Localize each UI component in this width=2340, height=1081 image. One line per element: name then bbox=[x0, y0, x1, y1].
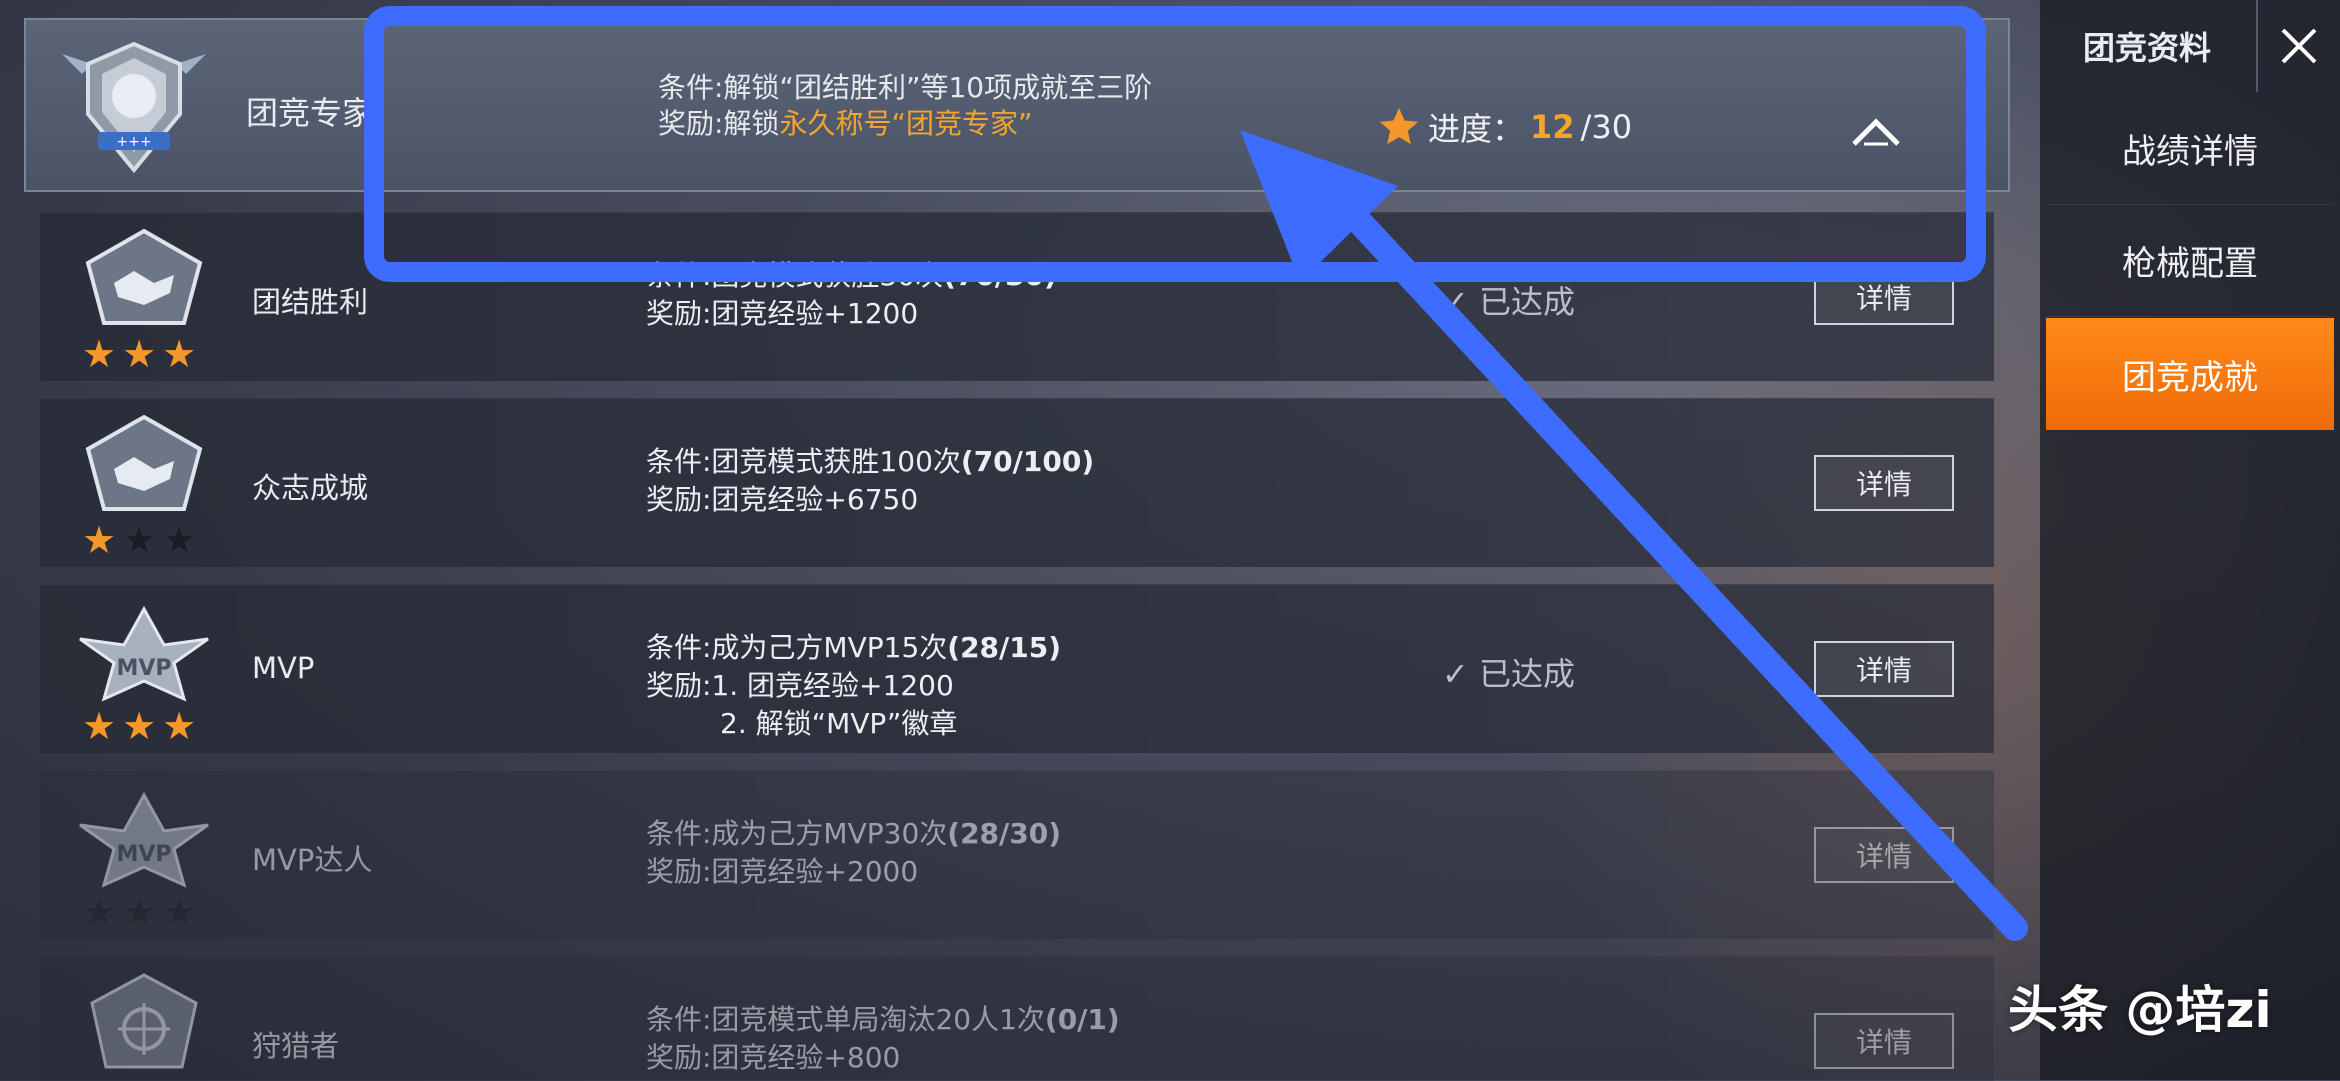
row-stars: ★ ★ ★ bbox=[82, 893, 196, 931]
achievement-condition: 条件:团竞模式单局淘汰20人1次(0/1) 奖励:团竞经验+800 bbox=[646, 1001, 1120, 1077]
reward-text: 奖励:团竞经验+1200 bbox=[646, 297, 919, 330]
condition-count: (28/15) bbox=[947, 631, 1062, 664]
header-progress: 进度： 12/30 bbox=[1376, 104, 1632, 150]
progress-current: 12 bbox=[1530, 108, 1575, 146]
team-expert-emblem-icon: +++ bbox=[62, 41, 206, 174]
header-condition: 条件:解锁“团结胜利”等10项成就至三阶 奖励:解锁永久称号“团竞专家” bbox=[658, 70, 1152, 142]
achievement-row: ★ ★ ★ 团结胜利 条件:团竞模式获胜30次(70/30) 奖励:团竞经验+120… bbox=[40, 212, 1994, 381]
achievement-condition: 条件:成为己方MVP15次(28/15) 奖励:1. 团竞经验+1200 2. … bbox=[646, 629, 1061, 743]
achieved-label: 已达成 bbox=[1478, 283, 1575, 321]
header-reward-title: 永久称号“团竞专家” bbox=[779, 107, 1033, 140]
detail-button[interactable]: 详情 bbox=[1814, 827, 1954, 883]
condition-text: 条件:成为己方MVP15次 bbox=[646, 631, 948, 664]
collapse-chevron-up-icon[interactable] bbox=[1848, 112, 1904, 152]
achievement-row: 狩猎者 条件:团竞模式单局淘汰20人1次(0/1) 奖励:团竞经验+800 详情 bbox=[40, 956, 1994, 1081]
star-icon: ★ bbox=[122, 890, 157, 934]
achievement-name: 团结胜利 bbox=[252, 285, 369, 319]
detail-button[interactable]: 详情 bbox=[1814, 269, 1954, 325]
sidebar-title: 团竞资料 bbox=[2082, 29, 2211, 67]
expanded-achievement-header[interactable]: +++ 团竞专家 条件:解锁“团结胜利”等10项成就至三阶 奖励:解锁永久称号“… bbox=[24, 18, 2010, 192]
achievement-condition: 条件:团竞模式获胜100次(70/100) 奖励:团竞经验+6750 bbox=[646, 443, 1094, 519]
achievement-row: ★ ★ ★ 众志成城 条件:团竞模式获胜100次(70/100) 奖励:团竞经验+6… bbox=[40, 398, 1994, 567]
star-icon: ★ bbox=[82, 704, 117, 748]
row-stars: ★ ★ ★ bbox=[82, 335, 196, 373]
achievement-list[interactable]: +++ 团竞专家 条件:解锁“团结胜利”等10项成就至三阶 奖励:解锁永久称号“… bbox=[0, 0, 2030, 1081]
condition-count: (28/30) bbox=[947, 817, 1062, 850]
row-stars: ★ ★ ★ bbox=[82, 707, 196, 745]
svg-text:MVP: MVP bbox=[116, 656, 171, 681]
star-icon: ★ bbox=[122, 704, 157, 748]
reward-text: 奖励:团竞经验+6750 bbox=[646, 483, 919, 516]
star-icon: ★ bbox=[162, 518, 197, 562]
hunter-emblem-icon bbox=[90, 973, 198, 1069]
star-icon: ★ bbox=[162, 704, 197, 748]
star-icon: ★ bbox=[82, 890, 117, 934]
svg-text:+++: +++ bbox=[116, 134, 151, 150]
handshake-emblem-icon bbox=[85, 228, 203, 325]
achievement-row: MVP ★ ★ ★ MVP达人 条件:成为己方MVP30次(28/30) 奖励:团竞… bbox=[40, 770, 1994, 939]
achievement-name: 狩猎者 bbox=[252, 1029, 340, 1063]
progress-label: 进度： bbox=[1428, 110, 1525, 148]
condition-count: (70/100) bbox=[960, 445, 1095, 478]
achieved-status: ✓ 已达成 bbox=[1442, 655, 1575, 693]
mvp-winged-emblem-icon: MVP bbox=[79, 791, 209, 888]
header-reward: 奖励:解锁永久称号“团竞专家” bbox=[658, 106, 1152, 142]
mvp-winged-emblem-icon: MVP bbox=[79, 605, 209, 702]
progress-total: /30 bbox=[1580, 108, 1633, 146]
star-icon: ★ bbox=[122, 518, 157, 562]
reward-text-2: 2. 解锁“MVP”徽章 bbox=[720, 707, 958, 740]
achievement-name: MVP bbox=[252, 651, 315, 685]
sidebar-item-stats-detail[interactable]: 战绩详情 bbox=[2046, 92, 2334, 205]
star-icon: ★ bbox=[162, 890, 197, 934]
detail-button[interactable]: 详情 bbox=[1814, 641, 1954, 697]
reward-text: 奖励:团竞经验+2000 bbox=[646, 855, 919, 888]
star-icon: ★ bbox=[82, 518, 117, 562]
achievement-name: MVP达人 bbox=[252, 843, 373, 877]
achievement-name: 众志成城 bbox=[252, 471, 369, 505]
header-condition-text: 条件:解锁“团结胜利”等10项成就至三阶 bbox=[658, 71, 1153, 104]
row-stars: ★ ★ ★ bbox=[82, 521, 196, 559]
achieved-label: 已达成 bbox=[1478, 655, 1575, 693]
star-icon: ★ bbox=[162, 332, 197, 376]
achievement-row: MVP ★ ★ ★ MVP 条件:成为己方MVP15次(28/15) 奖励:1. 团… bbox=[40, 584, 1994, 753]
achievement-condition: 条件:团竞模式获胜30次(70/30) 奖励:团竞经验+1200 bbox=[646, 257, 1057, 333]
condition-text: 条件:成为己方MVP30次 bbox=[646, 817, 948, 850]
star-icon: ★ bbox=[122, 332, 157, 376]
condition-text: 条件:团竞模式单局淘汰20人1次 bbox=[646, 1003, 1045, 1036]
header-reward-prefix: 奖励:解锁 bbox=[658, 107, 780, 140]
star-icon: ★ bbox=[82, 332, 117, 376]
achievement-condition: 条件:成为己方MVP30次(28/30) 奖励:团竞经验+2000 bbox=[646, 815, 1061, 891]
condition-count: (0/1) bbox=[1044, 1003, 1120, 1036]
achieved-status: ✓ 已达成 bbox=[1442, 283, 1575, 321]
star-icon bbox=[1379, 107, 1419, 145]
watermark-text: 头条 @培zi bbox=[2008, 981, 2272, 1039]
close-icon bbox=[2281, 28, 2317, 64]
close-button[interactable] bbox=[2256, 0, 2340, 92]
condition-text: 条件:团竞模式获胜100次 bbox=[646, 445, 961, 478]
sidebar-item-team-achievements[interactable]: 团竞成就 bbox=[2046, 318, 2334, 430]
reward-text: 奖励:团竞经验+800 bbox=[646, 1041, 901, 1074]
condition-text: 条件:团竞模式获胜30次 bbox=[646, 259, 944, 292]
sidebar-item-weapon-config[interactable]: 枪械配置 bbox=[2046, 204, 2334, 317]
condition-count: (70/30) bbox=[943, 259, 1057, 292]
header-achievement-name: 团竞专家 bbox=[246, 94, 375, 132]
reward-text: 奖励:1. 团竞经验+1200 bbox=[646, 669, 954, 702]
svg-text:MVP: MVP bbox=[116, 842, 171, 867]
handshake-emblem-icon bbox=[85, 414, 203, 511]
detail-button[interactable]: 详情 bbox=[1814, 1013, 1954, 1069]
detail-button[interactable]: 详情 bbox=[1814, 455, 1954, 511]
